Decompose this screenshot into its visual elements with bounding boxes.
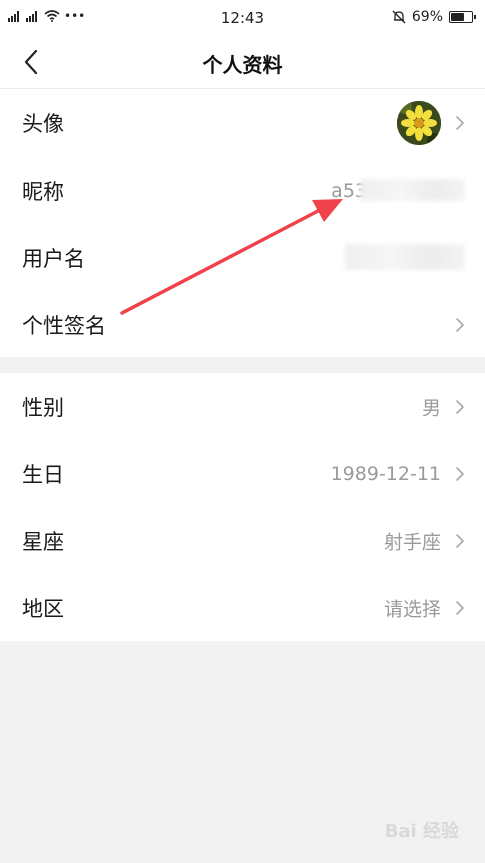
chevron-right-icon — [456, 116, 464, 130]
status-bar: ••• 12:43 69% — [0, 0, 485, 36]
battery-level — [451, 13, 464, 21]
chevron-right-icon — [456, 317, 464, 332]
flower-avatar-image — [397, 101, 441, 145]
row-label: 昵称 — [22, 179, 64, 204]
chevron-right-icon — [456, 399, 464, 414]
row-label: 用户名 — [22, 246, 85, 271]
row-zodiac[interactable]: 星座 射手座 — [0, 507, 485, 574]
row-label: 头像 — [22, 112, 64, 136]
row-avatar[interactable]: 头像 — [0, 89, 485, 157]
battery-percent: 69% — [411, 9, 443, 25]
row-label: 个性签名 — [22, 313, 106, 338]
birthday-value: 1989-12-11 — [330, 462, 441, 485]
avatar — [397, 101, 441, 145]
status-right: 69% — [392, 9, 476, 25]
redacted-username — [345, 244, 465, 270]
row-label: 地区 — [22, 596, 64, 621]
chevron-right-icon — [456, 600, 464, 615]
row-label: 性别 — [22, 395, 64, 420]
battery-icon — [449, 11, 476, 23]
row-gender[interactable]: 性别 男 — [0, 373, 485, 440]
chevron-right-icon — [456, 533, 464, 548]
zodiac-value: 射手座 — [383, 531, 441, 553]
nav-bar: 个人资料 — [0, 36, 485, 89]
row-birthday[interactable]: 生日 1989-12-11 — [0, 440, 485, 507]
row-label: 生日 — [22, 462, 64, 487]
page-title: 个人资料 — [202, 53, 283, 77]
chevron-right-icon — [456, 466, 464, 481]
row-nickname[interactable]: 昵称 a53 — [0, 157, 485, 224]
redacted-nickname — [360, 179, 465, 201]
row-signature[interactable]: 个性签名 — [0, 291, 485, 358]
row-label: 星座 — [22, 529, 64, 554]
watermark: Bai 经验 — [384, 821, 459, 842]
region-value: 请选择 — [383, 598, 441, 620]
profile-section: 头像 昵称 a53 用户名 个性签名 — [0, 89, 485, 357]
row-region[interactable]: 地区 请选择 — [0, 574, 485, 641]
details-section: 性别 男 生日 1989-12-11 星座 射手座 地区 请选择 — [0, 373, 485, 641]
row-username: 用户名 — [0, 224, 485, 291]
bell-muted-icon — [392, 10, 406, 24]
gender-value: 男 — [421, 397, 441, 419]
